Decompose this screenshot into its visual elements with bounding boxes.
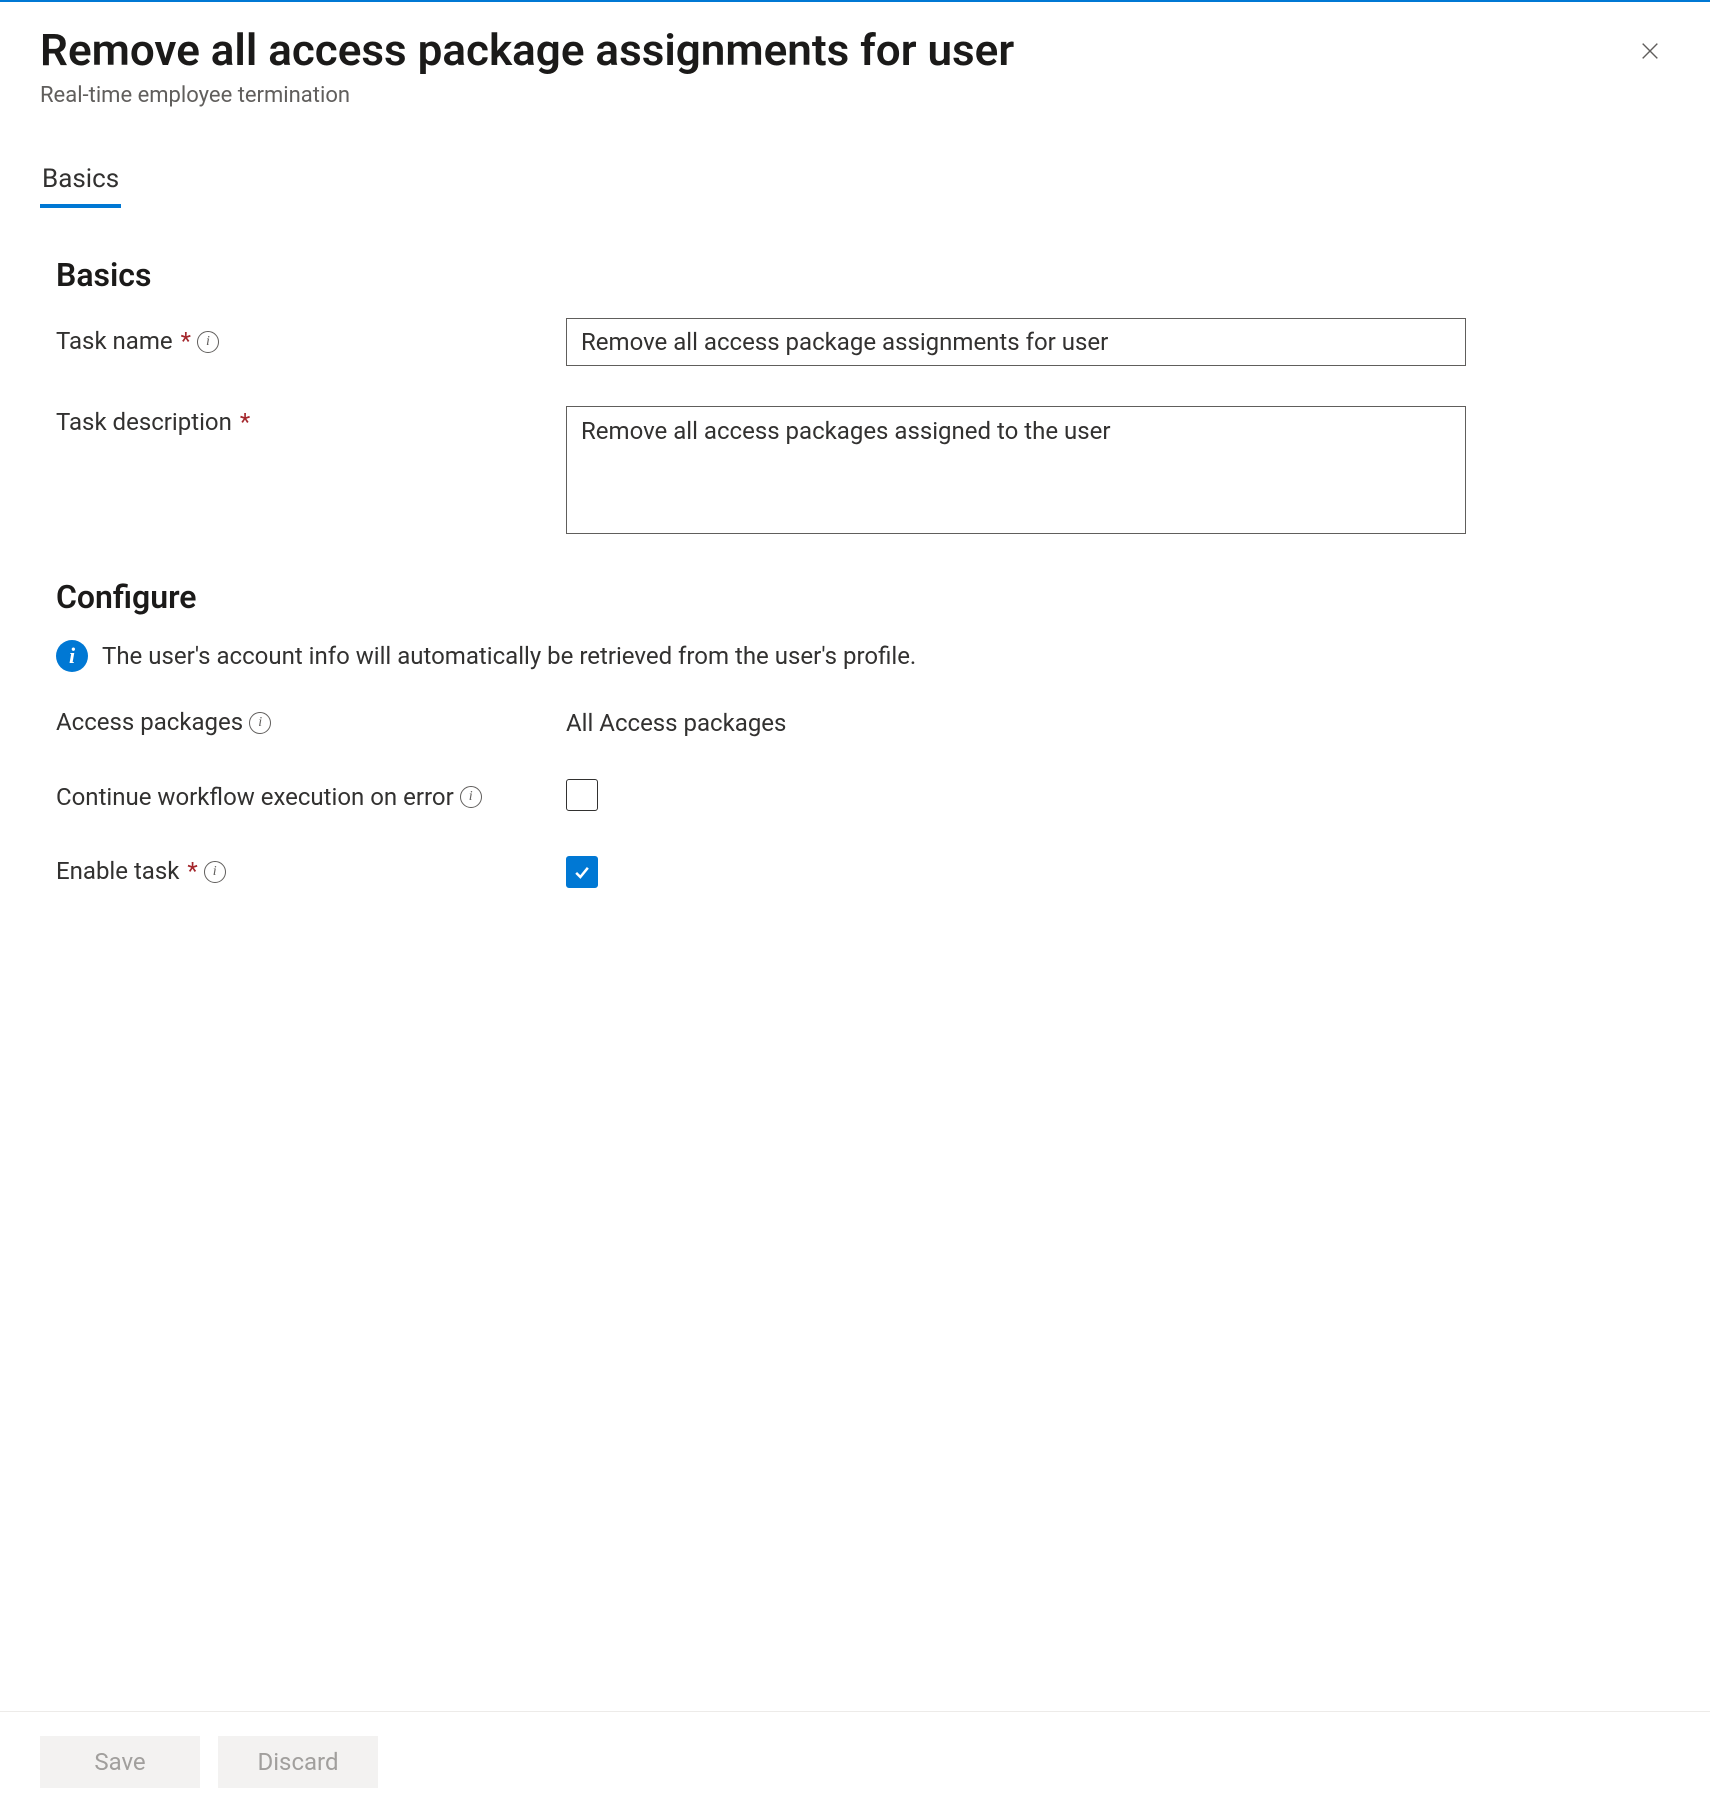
info-icon[interactable]: i: [460, 786, 482, 808]
save-button[interactable]: Save: [40, 1736, 200, 1788]
label-access-packages: Access packages i: [56, 706, 566, 740]
label-continue-on-error-text: Continue workflow execution on error: [56, 781, 454, 815]
label-task-description-text: Task description: [56, 406, 232, 440]
row-continue-on-error: Continue workflow execution on error i: [56, 779, 1654, 815]
required-star: *: [187, 855, 197, 889]
info-icon[interactable]: i: [204, 861, 226, 883]
task-edit-panel: Remove all access package assignments fo…: [0, 0, 1710, 1812]
discard-button[interactable]: Discard: [218, 1736, 378, 1788]
info-icon[interactable]: i: [197, 331, 219, 353]
section-heading-configure: Configure: [56, 578, 1654, 616]
panel-header: Remove all access package assignments fo…: [0, 2, 1710, 108]
close-icon: [1639, 40, 1661, 65]
info-banner-text: The user's account info will automatical…: [102, 642, 916, 670]
label-continue-on-error: Continue workflow execution on error i: [56, 781, 566, 815]
row-task-name: Task name * i: [56, 318, 1654, 366]
panel-subtitle: Real-time employee termination: [40, 83, 1670, 108]
info-icon: i: [56, 640, 88, 672]
value-access-packages: All Access packages: [566, 709, 786, 737]
label-access-packages-text: Access packages: [56, 706, 243, 740]
input-task-name[interactable]: [566, 318, 1466, 366]
panel-title: Remove all access package assignments fo…: [40, 24, 1670, 77]
row-task-description: Task description *: [56, 406, 1654, 538]
required-star: *: [181, 325, 191, 359]
checkbox-continue-on-error[interactable]: [566, 779, 598, 811]
row-access-packages: Access packages i All Access packages: [56, 706, 1654, 740]
info-banner: i The user's account info will automatic…: [56, 640, 1654, 672]
label-task-description: Task description *: [56, 406, 566, 440]
label-enable-task-text: Enable task: [56, 855, 179, 889]
required-star: *: [240, 406, 250, 440]
panel-content: Basics Task name * i Task description * …: [0, 208, 1710, 1711]
checkbox-enable-task[interactable]: [566, 856, 598, 888]
panel-footer: Save Discard: [0, 1711, 1710, 1812]
tab-strip: Basics: [0, 164, 1710, 208]
section-heading-basics: Basics: [56, 256, 1654, 294]
input-task-description[interactable]: [566, 406, 1466, 534]
row-enable-task: Enable task * i: [56, 855, 1654, 889]
tab-basics[interactable]: Basics: [40, 164, 121, 208]
label-enable-task: Enable task * i: [56, 855, 566, 889]
label-task-name: Task name * i: [56, 325, 566, 359]
info-icon[interactable]: i: [249, 712, 271, 734]
close-button[interactable]: [1634, 36, 1666, 68]
label-task-name-text: Task name: [56, 325, 173, 359]
